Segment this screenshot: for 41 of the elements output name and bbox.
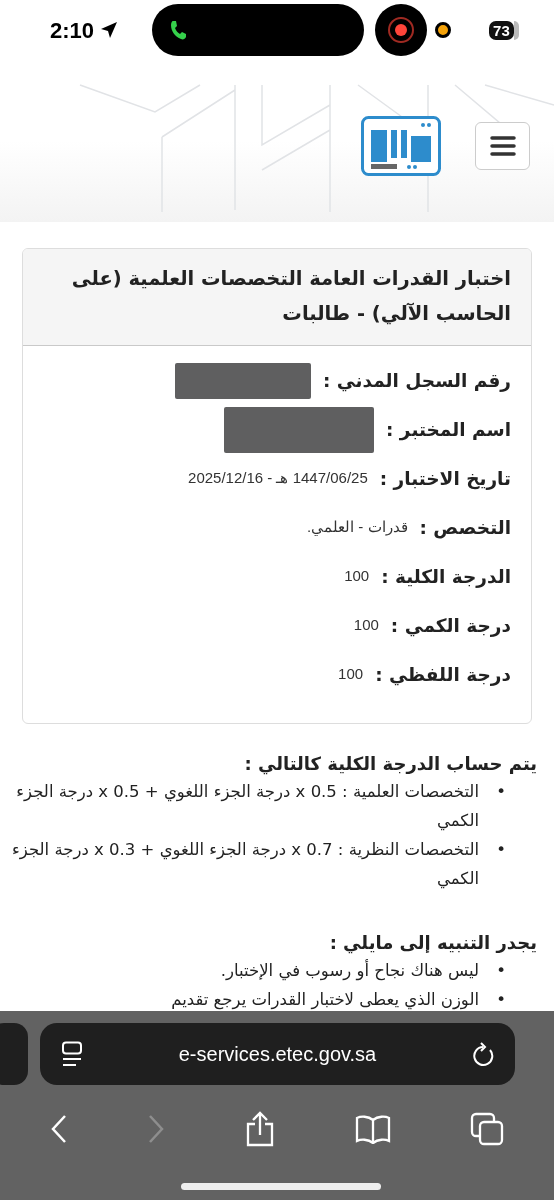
- field-label: الدرجة الكلية :: [381, 564, 511, 590]
- tab-preview[interactable]: [0, 1023, 28, 1085]
- battery-level: 73: [489, 20, 514, 40]
- record-icon: [386, 15, 417, 45]
- clock-time: 2:10: [50, 16, 95, 45]
- share-icon[interactable]: [245, 1111, 275, 1147]
- section-heading: يتم حساب الدرجة الكلية كالتالي :: [243, 752, 537, 777]
- list-item: الوزن الذي يعطى لاختبار القدرات يرجع تقديم: [171, 989, 479, 1012]
- back-icon[interactable]: [49, 1114, 68, 1144]
- field-label: اسم المختبر :: [386, 417, 511, 443]
- menu-icon: [489, 135, 516, 157]
- field-label: تاريخ الاختبار :: [379, 466, 511, 492]
- phone-icon: [170, 20, 187, 40]
- list-item: التخصصات النظرية : 0.7 x درجة الجزء اللغوي + 0.3 x درجة الجزء الكمي: [11, 839, 479, 891]
- bullet-mark: •: [495, 989, 507, 1011]
- bullet-mark: •: [495, 781, 507, 803]
- bullet-mark: •: [495, 839, 507, 861]
- section-heading: يجدر التنبيه إلى مايلي :: [328, 931, 537, 956]
- book-icon[interactable]: [354, 1114, 391, 1144]
- card-title: اختبار القدرات العامة التخصصات العلمية (على الحاسب الآلي) - طالبات: [23, 249, 531, 346]
- location-arrow-icon: [100, 21, 119, 39]
- url-text: e-services.etec.gov.sa: [178, 1042, 377, 1067]
- field-value: 100: [338, 664, 364, 685]
- menu-button[interactable]: [475, 122, 530, 170]
- field-label: رقم السجل المدني :: [323, 368, 511, 394]
- field-value: 100: [353, 615, 379, 636]
- reload-icon[interactable]: [471, 1041, 495, 1067]
- tabs-icon[interactable]: [470, 1112, 505, 1146]
- privacy-dot: [435, 22, 452, 38]
- list-item: التخصصات العلمية : 0.5 x درجة الجزء اللغوي + 0.5 x درجة الجزء الكمي: [15, 781, 479, 833]
- address-bar[interactable]: e-services.etec.gov.sa: [40, 1023, 515, 1085]
- field-value: 100: [344, 566, 370, 587]
- field-value: قدرات - العلمي.: [307, 517, 408, 538]
- bullet-mark: •: [495, 960, 507, 982]
- field-label: التخصص :: [419, 515, 511, 541]
- field-value: 1447/06/25 هـ - 2025/12/16: [188, 468, 368, 489]
- field-label: درجة اللفظي :: [375, 662, 511, 688]
- list-item: ليس هناك نجاح أو رسوب في الإختبار.: [220, 958, 479, 983]
- reader-icon: [60, 1041, 84, 1067]
- field-label: درجة الكمي :: [390, 613, 511, 639]
- battery-cap: [513, 20, 519, 40]
